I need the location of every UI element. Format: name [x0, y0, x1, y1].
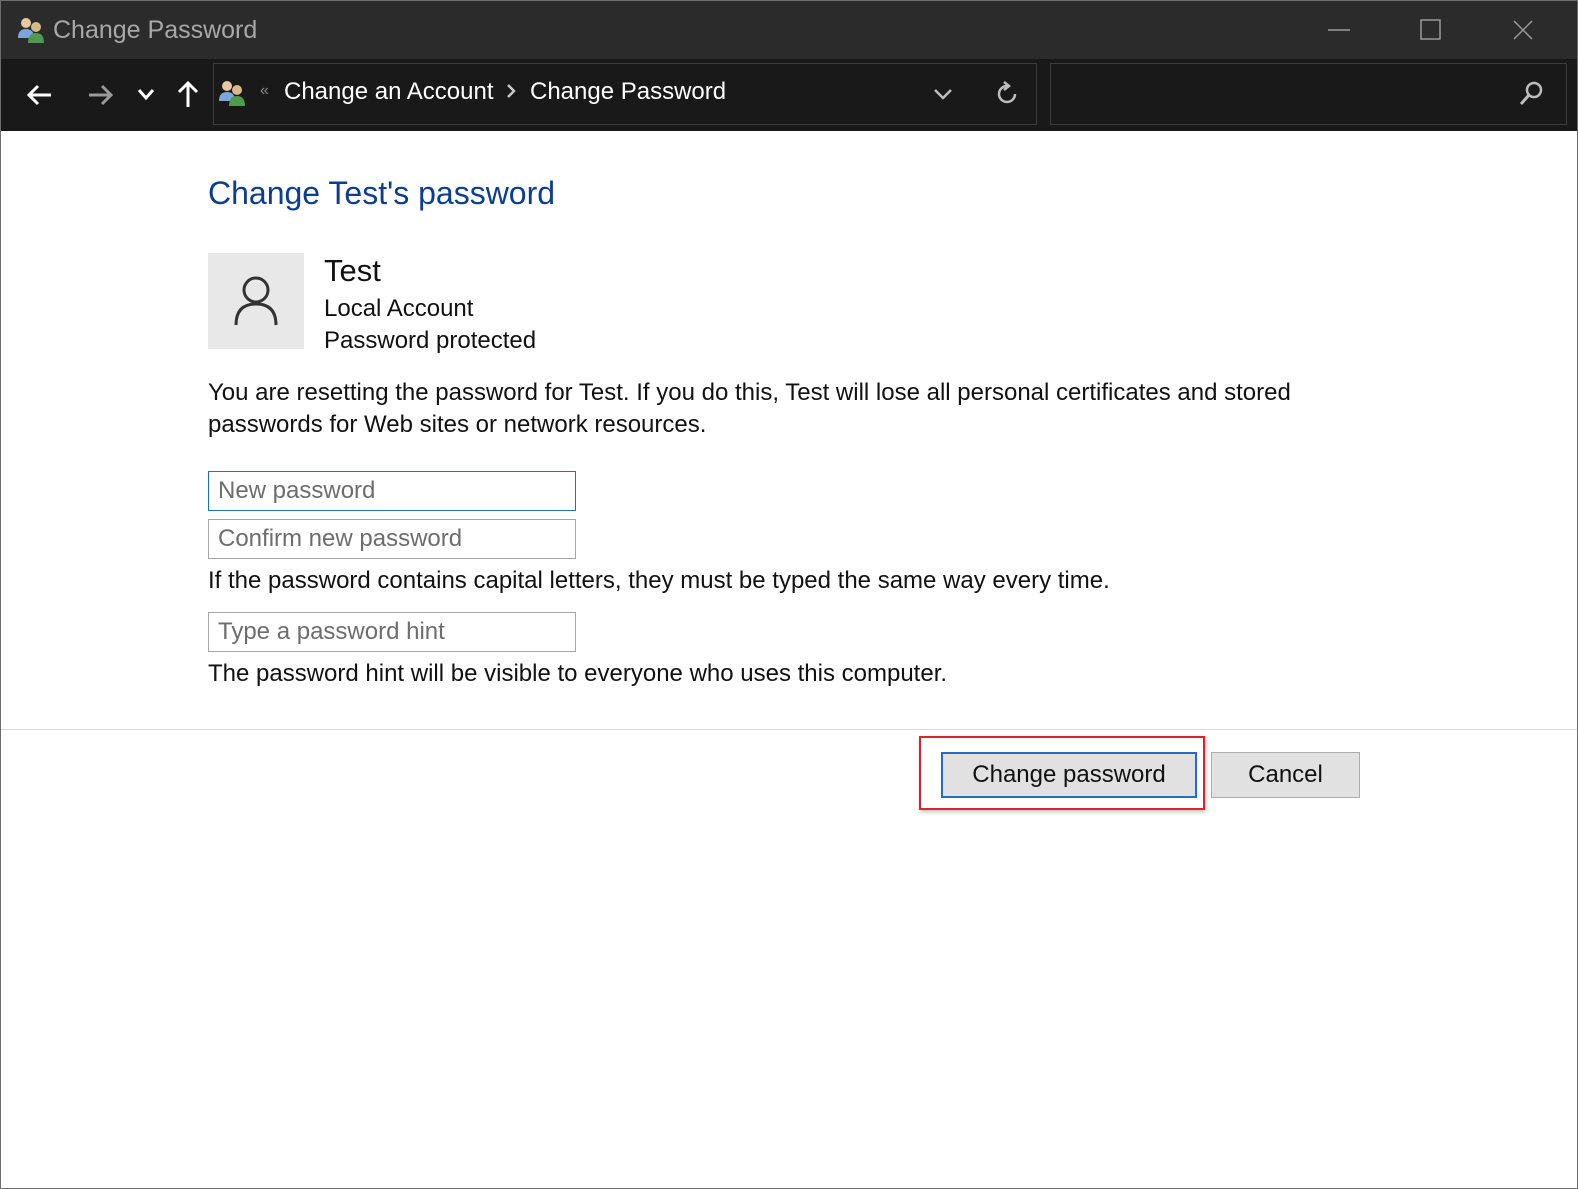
- cancel-button[interactable]: Cancel: [1211, 752, 1360, 798]
- up-arrow-icon[interactable]: [175, 79, 201, 109]
- chevron-right-icon[interactable]: [504, 82, 518, 100]
- close-icon: [1513, 20, 1533, 40]
- user-name: Test: [324, 253, 381, 288]
- avatar: [208, 253, 304, 349]
- search-input[interactable]: [1059, 74, 1513, 116]
- breadcrumb-change-an-account[interactable]: Change an Account: [284, 78, 494, 106]
- maximize-button[interactable]: [1385, 1, 1477, 59]
- close-button[interactable]: [1477, 1, 1569, 59]
- password-status: Password protected: [324, 327, 537, 354]
- chevron-down-icon[interactable]: [135, 86, 157, 104]
- title-bar: Change Password: [1, 1, 1577, 59]
- address-bar[interactable]: « Change an Account Change Password: [213, 63, 1037, 125]
- users-icon: [219, 81, 245, 106]
- chevron-down-icon[interactable]: [932, 87, 954, 103]
- forward-arrow-icon[interactable]: [85, 81, 115, 109]
- capital-letters-note: If the password contains capital letters…: [208, 567, 1110, 594]
- double-chevron-left-icon[interactable]: «: [260, 82, 269, 100]
- account-type: Local Account: [324, 295, 474, 322]
- search-icon[interactable]: [1517, 80, 1545, 108]
- minimize-icon: [1328, 29, 1350, 31]
- users-icon: [18, 18, 44, 43]
- new-password-field[interactable]: [208, 471, 576, 511]
- password-hint-field[interactable]: [208, 612, 576, 652]
- minimize-button[interactable]: [1293, 1, 1385, 59]
- divider: [1, 729, 1577, 730]
- navigation-bar: « Change an Account Change Password: [1, 59, 1577, 131]
- change-password-button[interactable]: Change password: [941, 752, 1197, 798]
- reset-warning-text: You are resetting the password for Test.…: [208, 379, 1291, 438]
- window-title: Change Password: [53, 16, 258, 44]
- breadcrumb-change-password[interactable]: Change Password: [530, 78, 726, 106]
- hint-visibility-note: The password hint will be visible to eve…: [208, 660, 948, 687]
- change-password-window: Change Password « Change an Account Chan…: [0, 0, 1578, 1189]
- content-area: Change Test's password Test Local Accoun…: [1, 131, 1577, 1188]
- refresh-icon[interactable]: [994, 80, 1020, 108]
- back-arrow-icon[interactable]: [25, 81, 55, 109]
- page-title: Change Test's password: [208, 175, 556, 211]
- confirm-password-field[interactable]: [208, 519, 576, 559]
- maximize-icon: [1420, 19, 1441, 40]
- search-box[interactable]: [1050, 63, 1567, 125]
- user-icon: [234, 276, 278, 326]
